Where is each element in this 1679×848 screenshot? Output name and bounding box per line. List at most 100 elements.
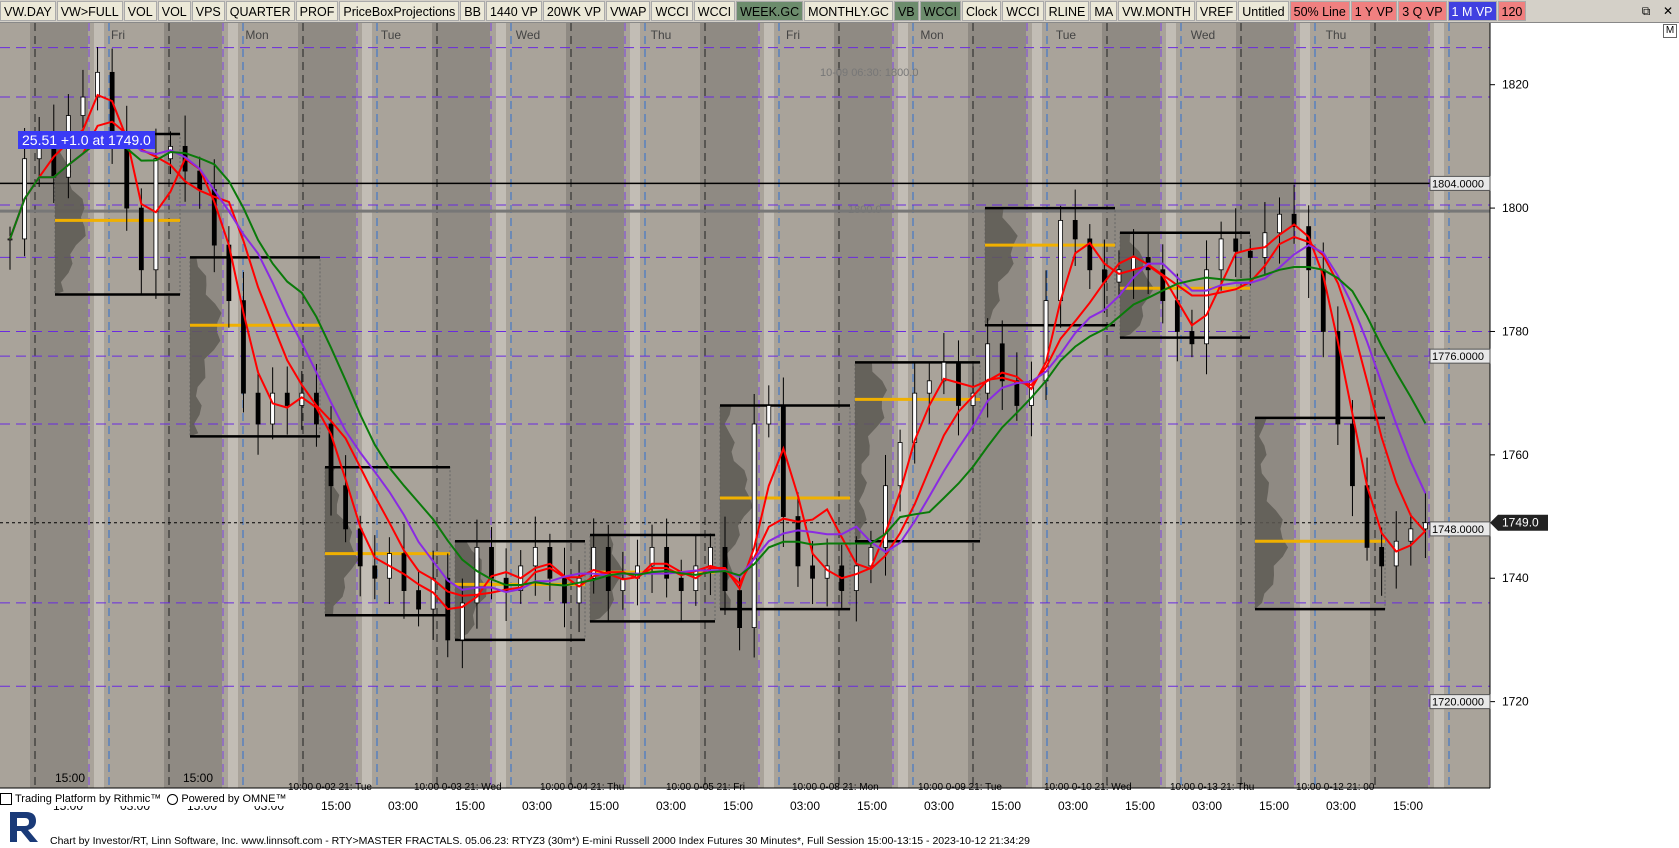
toolbar-button-vw-day[interactable]: VW.DAY [0,1,56,21]
session-stripe [1102,23,1160,788]
window-controls: ⧉ ✕ [1635,0,1679,22]
session-stripe [298,23,356,788]
toolbar-button-vref[interactable]: VREF [1195,1,1238,21]
toolbar-button-vwap[interactable]: VWAP [606,1,651,21]
toolbar-button-ma[interactable]: MA [1090,1,1118,21]
candle-body [80,96,86,116]
time-tick-label: 03:00 [656,799,686,813]
price-level-label: 1804.0000 [1432,178,1484,190]
candle-body [357,528,363,567]
day-label: Tue [381,28,402,42]
toolbar-button-clock[interactable]: Clock [961,1,1002,21]
toolbar-button-vw-month[interactable]: VW.MONTH [1118,1,1195,21]
session-label: 10:00 0-12 21: 00 [1296,782,1375,793]
time-tick-label: 03:00 [1058,799,1088,813]
candle-body [1189,331,1195,345]
chart-annotation: 1800.0 [848,204,882,216]
day-label: Thu [1326,28,1347,42]
toolbar-button-prof[interactable]: PROF [295,1,339,21]
time-tick-label: 15:00 [321,799,351,813]
toolbar-button-20wk-vp[interactable]: 20WK VP [542,1,606,21]
toolbar-button-vb[interactable]: VB [893,1,919,21]
price-tick-label: 1720 [1502,695,1529,709]
toolbar-button-rline[interactable]: RLINE [1044,1,1090,21]
time-tick-label: 03:00 [1192,799,1222,813]
chart-annotation: 10-09 06:30: 1800.0 [820,67,918,79]
price-tick-label: 1780 [1502,324,1529,338]
toolbar-button-bb[interactable]: BB [460,1,485,21]
cursor-annotation: 25.51 +1.0 at 1749.0 [18,131,155,149]
toolbar-button-monthly-gc[interactable]: MONTHLY.GC [804,1,893,21]
candle-body [853,565,859,591]
time-tick-label: 03:00 [924,799,954,813]
candle-body [780,405,786,517]
omne-brand: Powered by OMNE™ [167,793,286,805]
toolbar-button-vol[interactable]: VOL [123,1,157,21]
candle-body [1306,226,1312,271]
price-chart[interactable]: 10-09 06:30: 1800.0 1800.0 Fri Mon Tue Wed Thu… [0,23,1679,848]
candle-body [532,546,538,567]
toolbar-button-120[interactable]: 120 [1497,1,1527,21]
session-label: 10:00 0-13 21: Thu [1170,782,1254,793]
toolbar-button-vw-full[interactable]: VW>FULL [56,1,123,21]
toolbar-button-wcci[interactable]: WCCI [919,1,961,21]
session-label: 10:00 0-10 21: Wed [1044,782,1132,793]
toolbar-button-3-q-vp[interactable]: 3 Q VP [1398,1,1447,21]
toolbar-button-untitled[interactable]: Untitled [1238,1,1289,21]
candle-body [1350,423,1355,487]
candle-body [1393,540,1399,567]
restore-icon[interactable]: ⧉ [1635,1,1657,21]
toolbar-button-week-gc[interactable]: WEEK.GC [736,1,804,21]
last-price-label: 1749.0 [1502,516,1539,530]
rithmic-brand: Trading Platform by Rithmic™ [0,793,161,806]
session-stripe [898,23,908,788]
time-tick-label: 15:00 [589,799,619,813]
price-axis [1490,23,1679,788]
session-stripe [630,23,640,788]
session-label: 10:00 0-04 21: Thu [540,782,624,793]
toolbar-button-wcci[interactable]: WCCI [651,1,693,21]
session-stripe [496,23,506,788]
toolbar-button-50-line[interactable]: 50% Line [1289,1,1350,21]
candle-body [7,238,13,241]
candle-body [737,590,742,628]
time-tick-label: 15:00 [857,799,887,813]
toolbar-button-1-y-vp[interactable]: 1 Y VP [1350,1,1398,21]
toolbar-button-wcci[interactable]: WCCI [693,1,736,21]
close-icon[interactable]: ✕ [1657,1,1679,21]
session-stripe [1370,23,1428,788]
time-tick-label: 15:00 [183,771,213,785]
session-stripe [1434,23,1444,788]
toolbar-button-vps[interactable]: VPS [191,1,225,21]
toolbar-button-vol[interactable]: VOL [157,1,191,21]
candle-body [999,343,1005,382]
session-label: 10:00 0-09 21: Tue [918,782,1002,793]
maximize-toggle[interactable]: M [1663,24,1677,38]
candle-body [270,392,276,425]
candle-body [1204,269,1209,345]
candle-body [95,71,100,98]
time-tick-label: 15:00 [723,799,753,813]
candle-body [401,553,407,591]
toolbar-button-1440-vp[interactable]: 1440 VP [485,1,542,21]
day-label: Mon [245,28,268,42]
chart-canvas[interactable]: 10-09 06:30: 1800.0 1800.0 Fri Mon Tue Wed Thu… [0,23,1679,848]
candle-body [1131,257,1136,271]
session-label: 10:00 0-08 21: Mon [792,782,879,793]
candle-body [1072,220,1078,240]
day-label: Wed [516,28,540,42]
session-stripe [1236,23,1294,788]
toolbar-button-wcci[interactable]: WCCI [1002,1,1044,21]
toolbar-button-1-m-vp[interactable]: 1 M VP [1447,1,1497,21]
toolbar-button-quarter[interactable]: QUARTER [225,1,295,21]
day-label: Fri [786,28,800,42]
toolbar-button-priceboxprojections[interactable]: PriceBoxProjections [339,1,460,21]
price-tick-label: 1740 [1502,571,1529,585]
price-level-label: 1748.0000 [1432,524,1484,536]
candle-body [343,485,349,530]
chart-footer: Chart by Investor/RT, Linn Software, Inc… [50,835,1030,847]
day-label: Wed [1191,28,1215,42]
candle-body [985,343,991,394]
session-stripe [566,23,624,788]
candle-body [372,565,378,579]
